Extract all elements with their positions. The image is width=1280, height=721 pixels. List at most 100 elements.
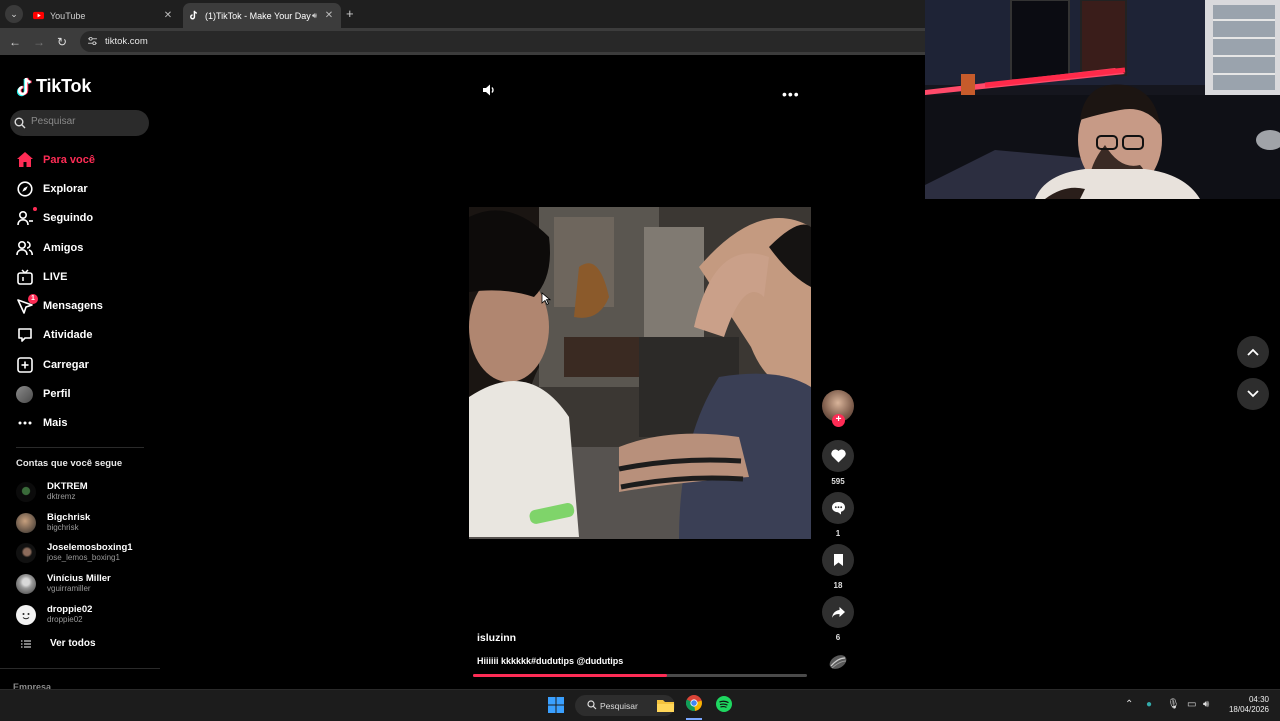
- account-item[interactable]: droppie02 droppie02: [16, 599, 166, 630]
- nav-perfil[interactable]: Perfil: [16, 379, 156, 408]
- spotify-icon[interactable]: [716, 696, 732, 717]
- close-tab-icon[interactable]: ✕: [162, 10, 174, 21]
- profile-avatar: [16, 385, 33, 403]
- search-input[interactable]: [29, 115, 143, 128]
- clock-date: 18/04/2026: [1228, 705, 1269, 714]
- speaker-icon[interactable]: 🔊︎: [1203, 699, 1209, 710]
- search-box[interactable]: [10, 110, 149, 136]
- more-icon: [16, 415, 33, 432]
- nav-label: Seguindo: [43, 212, 94, 225]
- account-name: Vinícius Miller: [47, 573, 111, 585]
- tab-search-button[interactable]: ⌄: [5, 5, 23, 23]
- music-disc-icon[interactable]: [828, 653, 848, 676]
- nav-para-voce[interactable]: Para você: [16, 145, 156, 174]
- account-name: droppie02: [47, 603, 93, 615]
- activity-icon: [16, 327, 33, 344]
- list-icon: [21, 640, 31, 647]
- save-button[interactable]: 18: [822, 544, 854, 590]
- share-button[interactable]: 6: [822, 596, 854, 642]
- tab-tiktok[interactable]: (1)TikTok - Make Your Day 🔊︎ ✕: [183, 3, 341, 28]
- divider: [16, 447, 144, 448]
- search-icon: [587, 700, 597, 710]
- next-video-button[interactable]: [1237, 378, 1269, 410]
- account-handle: bigchrisk: [47, 522, 79, 532]
- tab-audio-icon[interactable]: 🔊︎: [312, 11, 317, 21]
- omnibox[interactable]: tiktok.com: [80, 31, 925, 52]
- follow-plus-icon[interactable]: +: [832, 414, 845, 427]
- browser-tabstrip: ⌄ YouTube ✕ (1)TikTok - Make Your Day 🔊︎…: [0, 0, 925, 28]
- search-icon: [14, 117, 26, 129]
- account-item[interactable]: DKTREM dktremz: [16, 477, 166, 508]
- nav-label: Mensagens: [43, 300, 103, 313]
- taskbar-search-label: Pesquisar: [600, 701, 638, 711]
- nav-mensagens[interactable]: 1 Mensagens: [16, 291, 156, 320]
- nav-label: Para você: [43, 153, 95, 166]
- comment-icon: [831, 502, 845, 515]
- following-list: DKTREM dktremz Bigchrisk bigchrisk Joselem…: [16, 477, 166, 630]
- unread-badge: 1: [28, 293, 38, 304]
- volume-icon[interactable]: [481, 82, 497, 103]
- previous-video-button[interactable]: [1237, 336, 1269, 368]
- tiktok-logo[interactable]: TikTok: [16, 76, 91, 97]
- new-tab-button[interactable]: +: [346, 6, 354, 21]
- video-progress-bar[interactable]: [473, 674, 807, 677]
- nav-label: Atividade: [43, 329, 93, 342]
- site-settings-icon[interactable]: [88, 37, 97, 45]
- forward-icon[interactable]: →: [33, 35, 45, 49]
- account-name: Joselemosboxing1: [47, 542, 133, 554]
- chrome-taskbar-icon[interactable]: [686, 695, 702, 720]
- divider: [0, 668, 160, 669]
- nav-label: Perfil: [43, 388, 71, 401]
- account-item[interactable]: Vinícius Miller vguirramiller: [16, 569, 166, 600]
- tab-youtube[interactable]: YouTube ✕: [28, 3, 180, 28]
- comment-button[interactable]: 1: [822, 492, 854, 538]
- display-icon[interactable]: ▭: [1187, 699, 1196, 710]
- windows-taskbar: Pesquisar ⌃ ● 🎙︎ ▭ 🔊︎ 04:30 18/04/2026: [0, 689, 1280, 721]
- nav-label: Explorar: [43, 182, 88, 195]
- webcam-overlay: [925, 0, 1280, 199]
- friends-icon: [16, 239, 33, 256]
- action-bar: + 595 1 18 6: [822, 390, 854, 642]
- nav-label: LIVE: [43, 270, 68, 283]
- back-icon[interactable]: ←: [9, 35, 21, 49]
- more-options-icon[interactable]: •••: [782, 86, 800, 102]
- file-explorer-icon[interactable]: [657, 698, 674, 717]
- start-button[interactable]: [548, 697, 564, 718]
- tiktok-logo-icon: [16, 77, 32, 96]
- sidebar-nav: Para você Explorar Seguindo Amigos LIVE …: [16, 145, 156, 438]
- nav-explorar[interactable]: Explorar: [16, 174, 156, 203]
- url-text: tiktok.com: [105, 36, 148, 47]
- following-icon: [16, 206, 37, 227]
- reload-icon[interactable]: ↻: [57, 35, 67, 49]
- video-author[interactable]: isluzinn: [477, 632, 516, 644]
- microphone-icon[interactable]: 🎙︎: [1167, 699, 1180, 710]
- taskbar-clock[interactable]: 04:30 18/04/2026: [1225, 695, 1269, 715]
- share-count: 6: [835, 633, 841, 642]
- mouse-cursor: [541, 292, 551, 306]
- tray-app-icon[interactable]: ●: [1146, 699, 1152, 710]
- see-all-link[interactable]: Ver todos: [16, 638, 96, 649]
- heart-icon: [830, 449, 846, 463]
- account-item[interactable]: Bigchrisk bigchrisk: [16, 508, 166, 539]
- nav-carregar[interactable]: Carregar: [16, 350, 156, 379]
- like-button[interactable]: 595: [822, 440, 854, 486]
- youtube-icon: [33, 11, 44, 20]
- webcam-image: [925, 0, 1280, 199]
- account-handle: dktremz: [47, 492, 76, 502]
- close-tab-icon[interactable]: ✕: [323, 10, 335, 21]
- nav-atividade[interactable]: Atividade: [16, 321, 156, 350]
- creator-avatar[interactable]: +: [822, 390, 854, 427]
- video-player[interactable]: [469, 207, 811, 539]
- tray-overflow-icon[interactable]: ⌃: [1125, 699, 1133, 710]
- nav-amigos[interactable]: Amigos: [16, 233, 156, 262]
- avatar: [16, 482, 36, 503]
- like-count: 595: [831, 477, 845, 486]
- tab-title: (1)TikTok - Make Your Day: [205, 10, 311, 21]
- nav-mais[interactable]: Mais: [16, 409, 156, 438]
- nav-seguindo[interactable]: Seguindo: [16, 204, 156, 233]
- upload-icon: [16, 356, 33, 373]
- nav-live[interactable]: LIVE: [16, 262, 156, 291]
- home-icon: [16, 151, 33, 168]
- account-item[interactable]: Joselemosboxing1 jose_lemos_boxing1: [16, 538, 166, 569]
- account-handle: vguirramiller: [47, 584, 91, 594]
